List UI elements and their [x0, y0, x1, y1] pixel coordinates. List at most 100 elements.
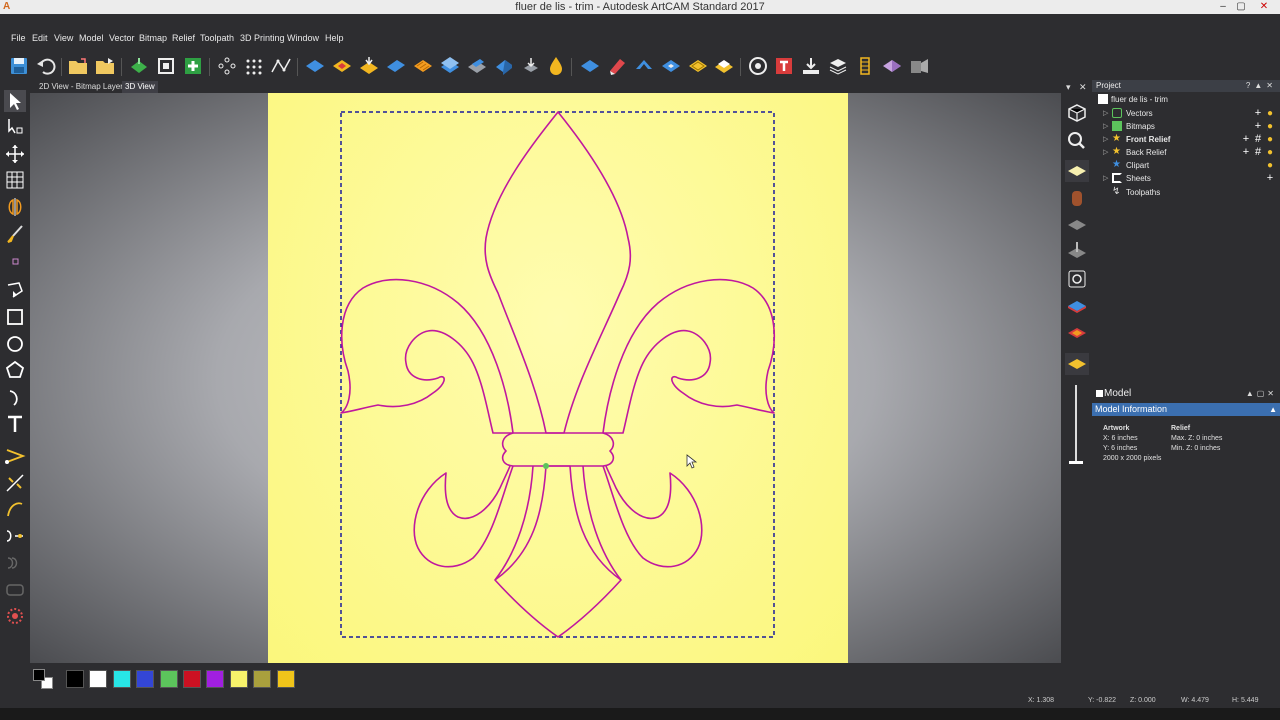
colour-swatch[interactable] — [136, 670, 155, 688]
offset-icon[interactable] — [4, 552, 26, 574]
red-layer-icon[interactable] — [1065, 322, 1089, 344]
view-cube-icon[interactable] — [1065, 102, 1089, 124]
menu-toolpath[interactable]: Toolpath — [200, 33, 234, 43]
add-icon[interactable]: + — [1240, 133, 1252, 145]
lightbulb-icon[interactable]: ● — [1264, 160, 1276, 172]
cut-tool-icon[interactable] — [4, 605, 26, 627]
primary-colour-swatch[interactable] — [33, 669, 45, 681]
tree-item-toolpaths[interactable]: ↯ Toolpaths — [1092, 186, 1280, 199]
pin-icon[interactable]: ▲ — [1246, 389, 1257, 398]
polygon-icon[interactable] — [4, 359, 26, 381]
eraser-icon[interactable] — [579, 55, 601, 77]
curve-icon[interactable] — [4, 498, 26, 520]
tree-item-sheets[interactable]: ▷ Sheets + — [1092, 172, 1280, 185]
close-icon[interactable]: ✕ — [1255, 0, 1273, 14]
3d-viewport[interactable] — [30, 93, 1061, 663]
menu-relief[interactable]: Relief — [172, 33, 195, 43]
sculpt-icon[interactable] — [545, 55, 567, 77]
colour-swatch[interactable] — [253, 670, 272, 688]
menu-window[interactable]: Window — [287, 33, 319, 43]
blue-layer-icon[interactable] — [1065, 295, 1089, 317]
add-icon[interactable] — [182, 55, 204, 77]
colour-swatch[interactable] — [206, 670, 225, 688]
add-icon[interactable]: + — [1252, 120, 1264, 132]
rectangle-small-icon[interactable] — [4, 250, 26, 272]
view-relief-icon[interactable] — [128, 55, 150, 77]
grid-icon[interactable] — [4, 169, 26, 191]
extrude-icon[interactable] — [633, 55, 655, 77]
rectangle-icon[interactable] — [4, 306, 26, 328]
vector-path-icon[interactable] — [270, 55, 292, 77]
menu-help[interactable]: Help — [325, 33, 344, 43]
relief-stack-icon[interactable] — [439, 55, 461, 77]
model-size-icon[interactable] — [155, 55, 177, 77]
expand-arrow-icon[interactable]: ▷ — [1103, 133, 1111, 146]
texture-icon[interactable] — [660, 55, 682, 77]
tilt-icon[interactable] — [881, 55, 903, 77]
relief-layer-icon[interactable] — [412, 55, 434, 77]
tree-item-back-relief[interactable]: ▷ ★ Back Relief + # ● — [1092, 146, 1280, 159]
tree-item-front-relief[interactable]: ▷ ★ Front Relief + # ● — [1092, 133, 1280, 146]
save-icon[interactable] — [8, 55, 30, 77]
relief-wrap-icon[interactable] — [466, 55, 488, 77]
maximize-icon[interactable]: ▢ — [1232, 0, 1250, 14]
sphere-icon[interactable] — [747, 55, 769, 77]
colour-swatch[interactable] — [276, 670, 295, 688]
open-folder-icon[interactable] — [67, 55, 89, 77]
text-icon[interactable] — [4, 413, 26, 435]
undo-icon[interactable] — [35, 55, 57, 77]
slider-thumb[interactable] — [1069, 461, 1083, 464]
relief-add-icon[interactable] — [358, 55, 380, 77]
text-tool-icon[interactable] — [773, 55, 795, 77]
expand-arrow-icon[interactable]: ▷ — [1103, 107, 1111, 120]
tree-item-clipart[interactable]: ★ Clipart ● — [1092, 159, 1280, 172]
material-icon[interactable] — [1065, 187, 1089, 209]
collapse-icon[interactable]: ▲ — [1269, 403, 1277, 416]
tree-item-vectors[interactable]: ▷ Vectors + ● — [1092, 107, 1280, 120]
close-icon[interactable]: ✕ — [1267, 389, 1277, 398]
relief-dome-icon[interactable] — [331, 55, 353, 77]
colour-swatch[interactable] — [66, 670, 84, 688]
lightbulb-icon[interactable]: ● — [1264, 108, 1276, 120]
shape-editor-icon[interactable] — [606, 55, 628, 77]
fleur-de-lis-vector[interactable] — [268, 93, 848, 663]
export-icon[interactable] — [800, 55, 822, 77]
select-pointer-icon[interactable] — [4, 90, 26, 112]
expand-arrow-icon[interactable]: ▷ — [1103, 172, 1111, 185]
lightbulb-icon[interactable]: ● — [1264, 121, 1276, 133]
colour-swatch[interactable] — [89, 670, 108, 688]
transform-icon[interactable] — [4, 143, 26, 165]
join-icon[interactable] — [4, 525, 26, 547]
tool-preview-icon[interactable] — [1065, 240, 1089, 262]
grid-points-icon[interactable] — [243, 55, 265, 77]
add-icon[interactable]: + — [1240, 146, 1252, 158]
close-icon[interactable]: ✕ — [1266, 81, 1277, 90]
polyline-icon[interactable] — [4, 279, 26, 301]
pin-icon[interactable]: ▲ — [1254, 81, 1266, 90]
model-information-header[interactable]: Model Information ▲ — [1092, 403, 1280, 416]
relief-fill-icon[interactable] — [687, 55, 709, 77]
tab-icon[interactable] — [4, 579, 26, 601]
menu-model[interactable]: Model — [79, 33, 104, 43]
menu-file[interactable]: File — [11, 33, 26, 43]
restore-icon[interactable]: ▢ — [1257, 389, 1268, 398]
colour-swatch[interactable] — [229, 670, 248, 688]
add-icon[interactable]: + — [1252, 107, 1264, 119]
relief-height-slider[interactable] — [1069, 385, 1083, 465]
primary-secondary-colour[interactable] — [33, 669, 55, 691]
layers-icon[interactable] — [827, 55, 849, 77]
panel-close-icon[interactable]: ✕ — [1079, 82, 1087, 93]
snap-icon[interactable] — [4, 472, 26, 494]
lightbulb-icon[interactable]: ● — [1264, 147, 1276, 159]
open-model-icon[interactable] — [94, 55, 116, 77]
colour-swatch[interactable] — [183, 670, 201, 688]
minimize-icon[interactable]: – — [1214, 0, 1232, 14]
relief-flat-icon[interactable] — [304, 55, 326, 77]
mirror-icon[interactable] — [4, 196, 26, 218]
fade-icon[interactable] — [854, 55, 876, 77]
tab-3d-view[interactable]: 3D View — [122, 81, 158, 93]
expand-arrow-icon[interactable]: ▷ — [1103, 120, 1111, 133]
grey-relief-icon[interactable] — [1065, 214, 1089, 236]
circle-icon[interactable] — [4, 333, 26, 355]
menu-view[interactable]: View — [54, 33, 73, 43]
